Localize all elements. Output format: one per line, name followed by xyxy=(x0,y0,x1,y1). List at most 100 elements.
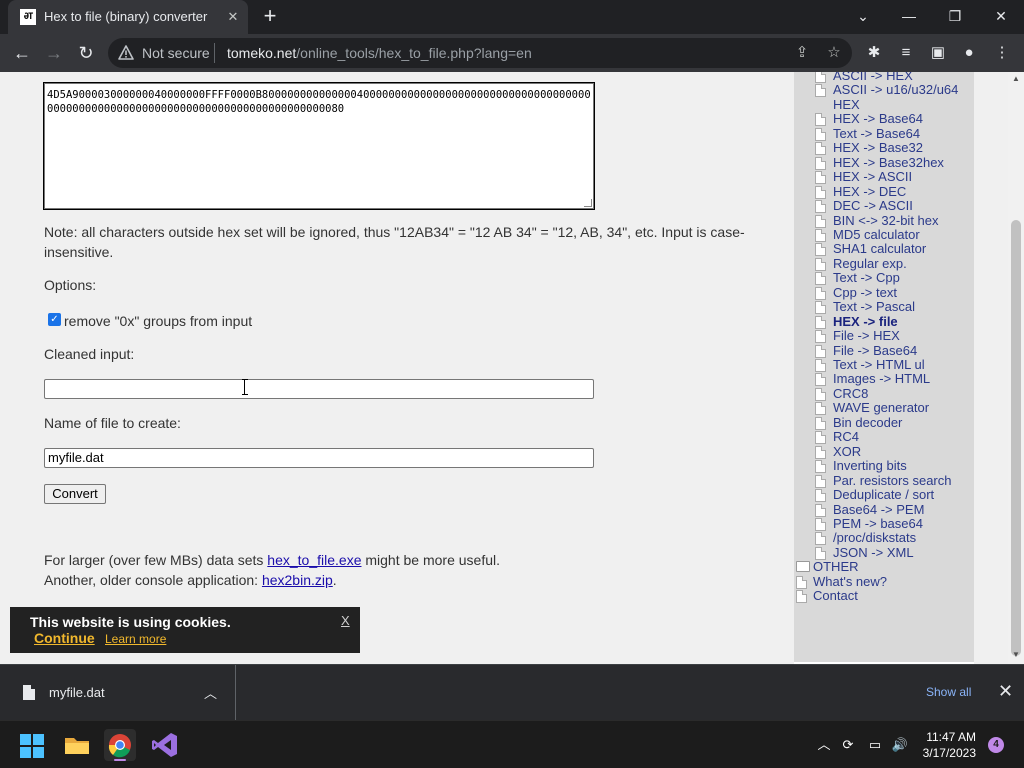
sidebar-link[interactable]: Par. resistors search xyxy=(833,473,952,488)
sidebar-link[interactable]: Base64 -> PEM xyxy=(833,502,924,517)
tab-close-icon[interactable]: ✕ xyxy=(224,8,242,26)
reload-icon[interactable]: ↻ xyxy=(72,40,100,66)
sidebar-link[interactable]: Images -> HTML xyxy=(833,372,930,386)
scroll-down-icon[interactable]: ▼ xyxy=(1011,650,1021,660)
url-domain: tomeko.net xyxy=(227,45,297,61)
remove-0x-checkbox[interactable]: ✓ xyxy=(48,313,61,326)
sidebar-link[interactable]: /proc/diskstats xyxy=(833,531,916,545)
network-icon[interactable]: ▭ xyxy=(866,736,884,754)
cookie-close-button[interactable]: X xyxy=(341,613,350,628)
sidebar-link[interactable]: Deduplicate / sort xyxy=(833,488,934,502)
sidebar-link[interactable]: ASCII -> HEX xyxy=(833,72,913,83)
sidebar-link[interactable]: Inverting bits xyxy=(833,459,907,473)
scroll-up-icon[interactable]: ▲ xyxy=(1011,74,1021,84)
convert-button[interactable]: Convert xyxy=(44,484,106,504)
sidebar-link[interactable]: Text -> Base64 xyxy=(833,126,920,141)
sidebar-link[interactable]: Contact xyxy=(813,589,858,603)
browser-tab[interactable]: ƏT Hex to file (binary) converter ✕ xyxy=(8,0,248,34)
sidebar-link[interactable]: DEC -> ASCII xyxy=(833,199,913,213)
hex2bin-zip-link[interactable]: hex2bin.zip xyxy=(262,572,333,588)
side-panel-icon[interactable]: ▣ xyxy=(927,42,949,64)
volume-icon[interactable]: 🔊 xyxy=(891,736,909,754)
sidebar-link[interactable]: Bin decoder xyxy=(833,415,902,430)
file-explorer-icon[interactable] xyxy=(61,729,93,761)
scrollbar-thumb[interactable] xyxy=(1011,220,1021,656)
sidebar-link[interactable]: HEX -> Base64 xyxy=(833,112,923,126)
sidebar-link[interactable]: HEX -> file xyxy=(833,314,898,329)
sidebar-link[interactable]: XOR xyxy=(833,444,861,459)
sidebar-link[interactable]: HEX -> DEC xyxy=(833,184,906,199)
document-icon xyxy=(815,127,826,141)
document-icon xyxy=(815,84,826,98)
document-icon xyxy=(815,359,826,372)
sidebar-link[interactable]: Regular exp. xyxy=(833,256,907,271)
sidebar-link[interactable]: BIN <-> 32-bit hex xyxy=(833,213,939,228)
textarea-resize-handle[interactable] xyxy=(584,199,592,207)
cleaned-input-field[interactable] xyxy=(44,379,594,399)
notification-badge[interactable]: 4 xyxy=(988,737,1004,753)
sidebar-link[interactable]: ASCII -> u16/u32/u64 xyxy=(833,83,958,97)
folder-icon xyxy=(796,561,810,573)
restore-icon[interactable]: ❐ xyxy=(932,0,978,32)
sidebar-link[interactable]: File -> HEX xyxy=(833,329,900,343)
chrome-icon[interactable] xyxy=(104,729,136,761)
sidebar-link[interactable]: What's new? xyxy=(813,574,887,589)
sidebar-link[interactable]: RC4 xyxy=(833,430,859,444)
tray-overflow-chevron-icon[interactable]: ︿ xyxy=(815,736,833,754)
cookie-learn-more-link[interactable]: Learn more xyxy=(105,632,166,646)
sidebar-link[interactable]: HEX -> ASCII xyxy=(833,170,912,184)
sidebar-link[interactable]: CRC8 xyxy=(833,386,868,401)
download-item[interactable]: myfile.dat ︿ xyxy=(0,665,236,721)
sidebar-link[interactable]: MD5 calculator xyxy=(833,227,920,242)
hex-input-text: 4D5A900003000000040000000FFFF0000B800000… xyxy=(47,89,591,115)
taskbar-clock[interactable]: 11:47 AM 3/17/2023 xyxy=(914,729,976,761)
bookmark-star-icon[interactable]: ☆ xyxy=(824,43,844,63)
sidebar-link[interactable]: Text -> Cpp xyxy=(833,271,900,285)
new-tab-icon[interactable]: + xyxy=(258,5,282,29)
options-label: Options: xyxy=(44,277,97,293)
older-suffix: . xyxy=(332,572,337,588)
page-scrollbar[interactable]: ▲ ▼ xyxy=(1008,72,1024,664)
sidebar-link[interactable]: Text -> HTML ul xyxy=(833,358,925,372)
menu-kebab-icon[interactable]: ⋮ xyxy=(991,42,1013,64)
security-label[interactable]: Not secure xyxy=(142,45,210,61)
sidebar-link[interactable]: HEX -> Base32hex xyxy=(833,155,944,170)
back-icon[interactable]: ← xyxy=(8,40,36,66)
sidebar-link[interactable]: HEX xyxy=(833,97,860,112)
profile-icon[interactable]: ● xyxy=(958,42,980,64)
tab-search-icon[interactable]: ⌄ xyxy=(840,0,886,32)
sync-icon[interactable]: ⟳ xyxy=(839,736,857,754)
filename-field[interactable]: myfile.dat xyxy=(44,448,594,468)
sidebar-link[interactable]: File -> Base64 xyxy=(833,343,917,358)
filename-label: Name of file to create: xyxy=(44,415,181,431)
cookie-continue-link[interactable]: Continue xyxy=(34,630,95,646)
hex-to-file-exe-link[interactable]: hex_to_file.exe xyxy=(267,552,361,568)
visual-studio-icon[interactable] xyxy=(149,729,181,761)
address-bar[interactable]: Not secure tomeko.net/online_tools/hex_t… xyxy=(108,38,852,68)
close-shelf-icon[interactable]: ✕ xyxy=(998,681,1013,702)
url-text[interactable]: tomeko.net/online_tools/hex_to_file.php?… xyxy=(227,45,532,61)
chevron-up-icon[interactable]: ︿ xyxy=(204,683,217,702)
sidebar-link[interactable]: PEM -> base64 xyxy=(833,516,923,531)
extensions-icon[interactable]: ✱ xyxy=(863,42,885,64)
sidebar-link[interactable]: WAVE generator xyxy=(833,401,929,415)
sidebar-link[interactable]: HEX -> Base32 xyxy=(833,141,923,155)
window-close-icon[interactable]: ✕ xyxy=(978,0,1024,32)
sidebar-link[interactable]: Cpp -> text xyxy=(833,285,897,300)
forward-icon[interactable]: → xyxy=(40,40,68,66)
hex-input-textarea[interactable]: 4D5A900003000000040000000FFFF0000B800000… xyxy=(43,82,595,210)
document-icon xyxy=(815,286,826,300)
share-icon[interactable]: ⇪ xyxy=(792,43,812,63)
sidebar-link[interactable]: SHA1 calculator xyxy=(833,242,926,256)
sidebar-link[interactable]: Text -> Pascal xyxy=(833,300,915,314)
page-viewport: 4D5A900003000000040000000FFFF0000B800000… xyxy=(0,72,1024,664)
media-controls-icon[interactable]: ≡ xyxy=(895,42,917,64)
sidebar-link[interactable]: OTHER xyxy=(813,560,859,574)
document-icon xyxy=(796,575,807,589)
document-icon xyxy=(815,431,826,445)
windows-start-icon[interactable] xyxy=(20,734,44,758)
sidebar-link[interactable]: JSON -> XML xyxy=(833,545,914,560)
minimize-icon[interactable]: — xyxy=(886,0,932,32)
remove-0x-label[interactable]: remove "0x" groups from input xyxy=(64,311,252,331)
show-all-downloads-button[interactable]: Show all xyxy=(926,685,971,699)
